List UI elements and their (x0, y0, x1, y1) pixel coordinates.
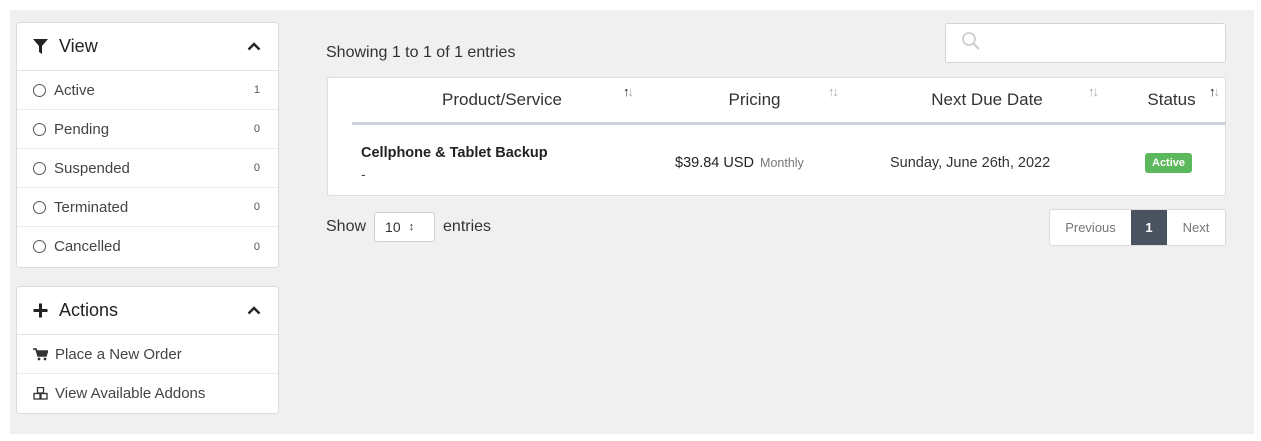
filter-label: Active (54, 81, 95, 99)
cart-icon (33, 347, 55, 361)
filter-count: 0 (253, 162, 260, 174)
product-name: Cellphone & Tablet Backup (361, 145, 548, 161)
filter-item-terminated[interactable]: Terminated 0 (17, 188, 278, 227)
chevron-up-icon[interactable] (246, 39, 262, 55)
column-label: Next Due Date (931, 90, 1043, 109)
table-info: Showing 1 to 1 of 1 entries (326, 44, 516, 61)
actions-panel-header[interactable]: Actions (17, 287, 278, 335)
filter-label: Cancelled (54, 238, 121, 255)
entries-per-page-select[interactable]: 10 ↕ (374, 212, 436, 242)
column-header-next-due-date[interactable]: Next Due Date ↑↓ (857, 78, 1117, 122)
current-page-button[interactable]: 1 (1131, 210, 1167, 245)
action-label: Place a New Order (55, 345, 182, 363)
services-table: Product/Service ↑↓ Pricing ↑↓ Next Due D… (327, 77, 1226, 196)
actions-panel: Actions Place a New Order View Available… (16, 286, 279, 414)
sort-icon: ↑↓ (828, 84, 839, 99)
filter-item-pending[interactable]: Pending 0 (17, 110, 278, 149)
radio-icon (33, 240, 46, 253)
sort-icon: ↑↓ (1209, 84, 1220, 99)
sort-icon: ↑↓ (1088, 84, 1099, 99)
length-suffix: entries (443, 218, 492, 235)
column-label: Status (1147, 90, 1196, 109)
radio-icon (33, 200, 46, 214)
view-panel-header[interactable]: View (17, 23, 278, 71)
column-label: Pricing (728, 90, 781, 109)
column-label: Product/Service (442, 90, 562, 109)
filter-label: Suspended (54, 159, 130, 177)
actions-panel-title: Actions (59, 300, 119, 320)
column-header-status[interactable]: Status ↑↓ (1117, 78, 1226, 122)
table-header: Product/Service ↑↓ Pricing ↑↓ Next Due D… (352, 78, 1226, 125)
filter-icon (33, 38, 55, 55)
filter-item-suspended[interactable]: Suspended 0 (17, 149, 278, 188)
sort-caret-icon: ↕ (408, 221, 415, 233)
filter-count: 0 (253, 240, 260, 253)
view-available-addons-link[interactable]: View Available Addons (17, 374, 278, 413)
product-domain: - (361, 166, 366, 182)
entries-length-control: Show 10 ↕ entries (326, 212, 491, 242)
chevron-up-icon[interactable] (246, 303, 262, 319)
cubes-icon (33, 387, 55, 400)
search-box[interactable] (945, 23, 1226, 63)
view-panel-title: View (59, 36, 98, 56)
place-new-order-link[interactable]: Place a New Order (17, 335, 278, 374)
plus-icon (33, 303, 55, 318)
pagination: Previous 1 Next (1049, 209, 1226, 246)
price-amount: $39.84 USD (675, 155, 754, 171)
action-label: View Available Addons (55, 385, 206, 402)
previous-page-button[interactable]: Previous (1050, 210, 1131, 245)
sort-icon: ↑↓ (623, 84, 634, 99)
length-prefix: Show (326, 218, 367, 235)
radio-icon (33, 161, 46, 175)
column-header-pricing[interactable]: Pricing ↑↓ (652, 78, 857, 122)
table-row[interactable]: Cellphone & Tablet Backup - $39.84 USD M… (328, 128, 1227, 196)
select-value: 10 (385, 219, 401, 235)
next-due-date: Sunday, June 26th, 2022 (890, 155, 1051, 171)
billing-cycle: Monthly (760, 156, 804, 170)
search-icon (961, 31, 981, 56)
filter-count: 0 (253, 201, 260, 213)
radio-icon (33, 83, 46, 97)
filter-item-active[interactable]: Active 1 (17, 71, 278, 110)
column-header-product[interactable]: Product/Service ↑↓ (352, 78, 652, 122)
filter-label: Terminated (54, 198, 129, 216)
filter-label: Pending (54, 120, 110, 138)
filter-count: 1 (253, 84, 260, 96)
next-page-button[interactable]: Next (1167, 210, 1225, 245)
view-filter-panel: View Active 1 Pending 0 Suspended 0 Term… (16, 22, 279, 268)
search-input[interactable] (989, 24, 1225, 62)
status-badge: Active (1145, 153, 1193, 173)
radio-icon (33, 122, 46, 136)
filter-item-cancelled[interactable]: Cancelled 0 (17, 227, 278, 266)
pricing-cell: $39.84 USD Monthly (675, 155, 804, 171)
filter-count: 0 (253, 123, 260, 135)
